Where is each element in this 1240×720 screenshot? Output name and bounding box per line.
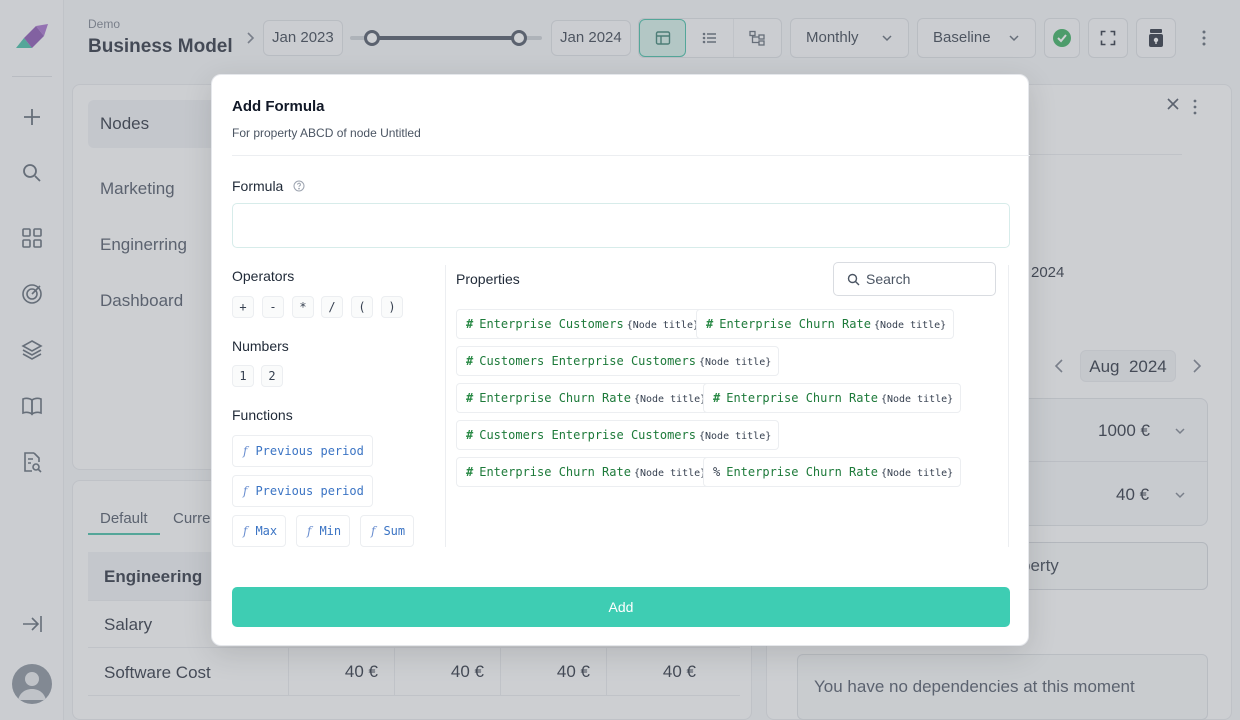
function-icon: f xyxy=(243,484,248,498)
property-search-input[interactable] xyxy=(866,269,986,289)
functions-label: Functions xyxy=(232,407,293,423)
function-label: Previous period xyxy=(255,444,364,458)
node-title-tag: {Node title} xyxy=(633,468,707,479)
number-icon: # xyxy=(466,391,474,405)
node-title-tag: {Node title} xyxy=(880,394,954,405)
operator-divide[interactable]: / xyxy=(321,296,343,318)
node-title-tag: {Node title} xyxy=(626,320,699,331)
property-name: Enterprise Churn Rate xyxy=(719,317,871,331)
formula-label: Formula xyxy=(232,178,284,194)
add-button[interactable]: Add xyxy=(232,587,1010,627)
property-chip[interactable]: # Customers Enterprise Customers {Node tit… xyxy=(456,420,780,450)
modal-divider xyxy=(232,155,1030,156)
number-chip[interactable]: 1 xyxy=(232,365,254,387)
node-title-tag: {Node title} xyxy=(698,357,772,368)
number-icon: # xyxy=(713,391,721,405)
property-name: Enterprise Churn Rate xyxy=(479,465,631,479)
number-chip[interactable]: 2 xyxy=(261,365,283,387)
property-chip[interactable]: # Enterprise Customers {Node title} xyxy=(456,309,707,339)
column-divider xyxy=(1008,265,1009,547)
node-title-tag: {Node title} xyxy=(873,320,947,331)
node-title-tag: {Node title} xyxy=(698,431,772,442)
percent-icon: % xyxy=(713,465,721,479)
formula-input[interactable] xyxy=(232,203,1010,248)
function-previous-period[interactable]: f Previous period xyxy=(232,435,373,467)
property-name: Enterprise Churn Rate xyxy=(726,465,878,479)
function-icon: f xyxy=(371,524,376,538)
property-chip[interactable]: # Enterprise Churn Rate {Node title} xyxy=(456,383,715,413)
property-chip[interactable]: # Customers Enterprise Customers {Node tit… xyxy=(456,346,780,376)
help-icon[interactable] xyxy=(293,180,305,192)
property-name: Enterprise Churn Rate xyxy=(726,391,878,405)
node-title-tag: {Node title} xyxy=(633,394,707,405)
property-chip[interactable]: # Enterprise Churn Rate {Node title} xyxy=(696,309,955,339)
operator-close-paren[interactable]: ) xyxy=(381,296,403,318)
number-icon: # xyxy=(466,317,474,331)
property-name: Enterprise Churn Rate xyxy=(479,391,631,405)
function-previous-period[interactable]: f Previous period xyxy=(232,475,373,507)
property-chip[interactable]: # Enterprise Churn Rate {Node title} xyxy=(456,457,715,487)
number-icon: # xyxy=(466,428,474,442)
modal-subtitle: For property ABCD of node Untitled xyxy=(232,126,421,140)
add-formula-modal: Add Formula For property ABCD of node Un… xyxy=(211,74,1030,646)
function-label: Min xyxy=(319,524,342,538)
function-icon: f xyxy=(243,524,248,538)
function-sum[interactable]: f Sum xyxy=(360,515,415,547)
function-label: Max xyxy=(255,524,278,538)
property-name: Customers Enterprise Customers xyxy=(479,354,696,368)
function-label: Sum xyxy=(383,524,406,538)
number-icon: # xyxy=(466,354,474,368)
property-search[interactable] xyxy=(833,262,996,296)
operator-plus[interactable]: + xyxy=(232,296,254,318)
operators-label: Operators xyxy=(232,268,295,284)
property-chip[interactable]: # Enterprise Churn Rate {Node title} xyxy=(703,383,962,413)
property-name: Customers Enterprise Customers xyxy=(479,428,696,442)
function-icon: f xyxy=(243,444,248,458)
modal-title: Add Formula xyxy=(232,98,325,115)
operator-multiply[interactable]: * xyxy=(292,296,314,318)
number-icon: # xyxy=(466,465,474,479)
node-title-tag: {Node title} xyxy=(880,468,954,479)
function-min[interactable]: f Min xyxy=(296,515,351,547)
function-icon: f xyxy=(307,524,312,538)
operator-minus[interactable]: - xyxy=(262,296,284,318)
search-icon xyxy=(847,273,860,286)
function-max[interactable]: f Max xyxy=(232,515,287,547)
property-chip[interactable]: % Enterprise Churn Rate {Node title} xyxy=(703,457,962,487)
properties-label: Properties xyxy=(456,271,520,287)
number-icon: # xyxy=(706,317,714,331)
numbers-label: Numbers xyxy=(232,338,289,354)
column-divider xyxy=(445,265,446,547)
function-label: Previous period xyxy=(255,484,364,498)
operator-open-paren[interactable]: ( xyxy=(351,296,373,318)
property-name: Enterprise Customers xyxy=(479,317,624,331)
